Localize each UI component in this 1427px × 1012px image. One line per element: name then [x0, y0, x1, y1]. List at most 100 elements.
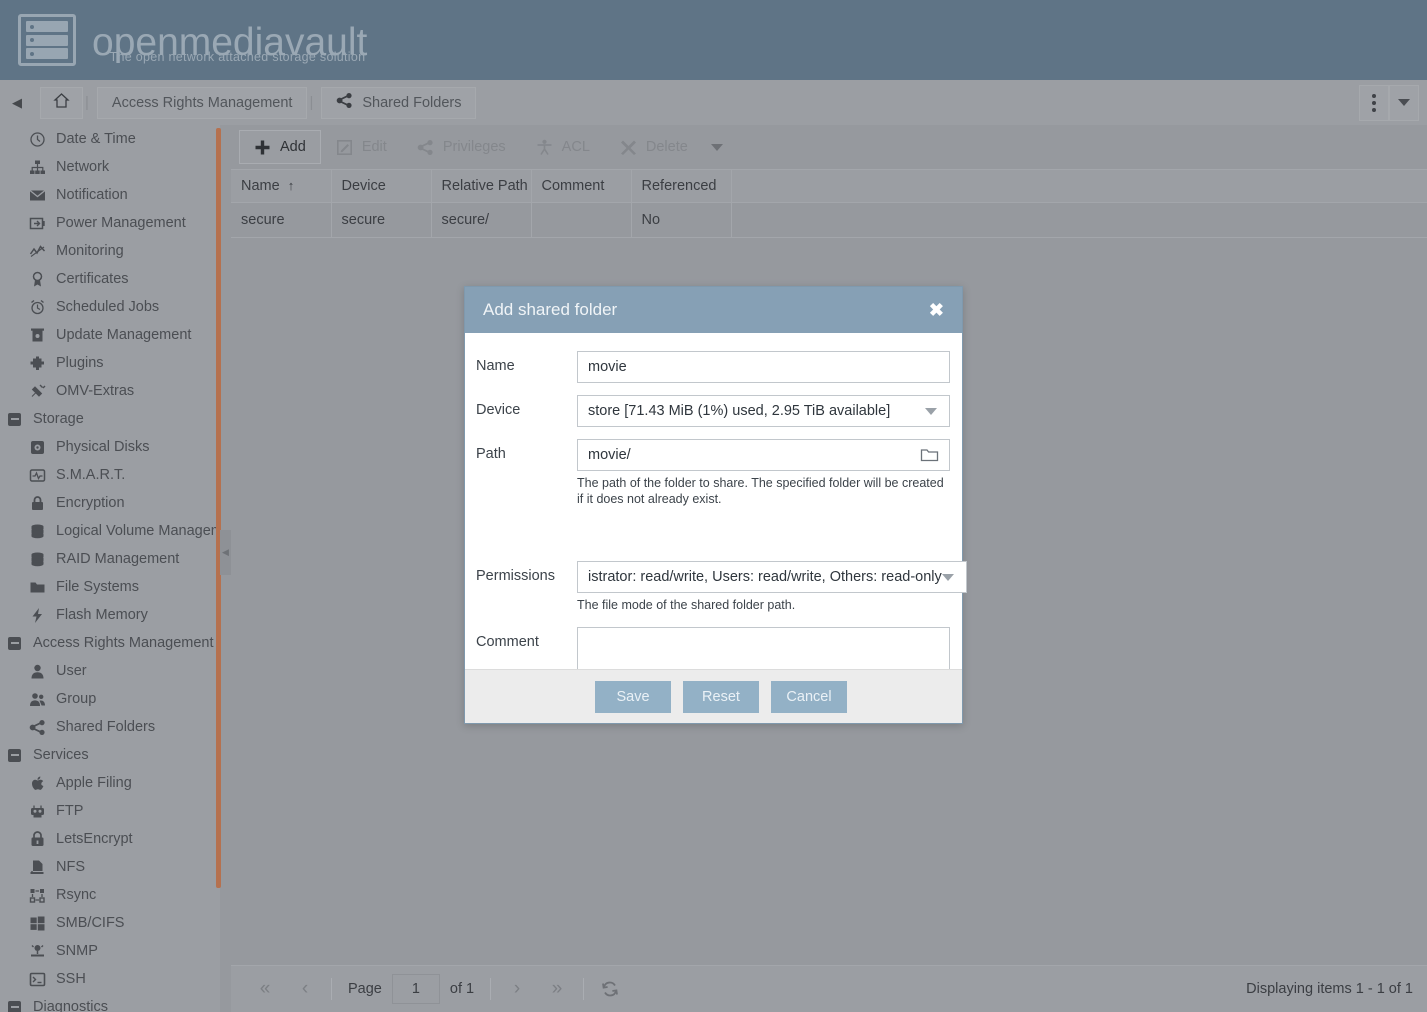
sidebar-item-letsencrypt[interactable]: LetsEncrypt: [0, 825, 220, 853]
first-page-button[interactable]: «: [245, 969, 285, 1009]
sidebar-item-nfs[interactable]: NFS: [0, 853, 220, 881]
sidebar-item-scheduled-jobs[interactable]: Scheduled Jobs: [0, 293, 220, 321]
permissions-hint: The file mode of the shared folder path.: [577, 598, 796, 612]
breadcrumb-item-access-rights-management[interactable]: Access Rights Management: [96, 86, 308, 119]
sidebar-item-update-management[interactable]: Update Management: [0, 321, 220, 349]
sidebar-item-power-management[interactable]: Power Management: [0, 209, 220, 237]
breadcrumb-home[interactable]: [40, 86, 83, 119]
page-number-input[interactable]: [391, 974, 440, 1004]
sidebar-item-shared-folders[interactable]: Shared Folders: [0, 713, 220, 741]
sidebar-item-omv-extras[interactable]: OMV-Extras: [0, 377, 220, 405]
privileges-button[interactable]: Privileges: [402, 130, 521, 164]
last-page-button[interactable]: »: [537, 969, 577, 1009]
field-device: Device store [71.43 MiB (1%) used, 2.95 …: [471, 395, 956, 427]
sidebar-item-label: SNMP: [56, 943, 98, 959]
breadcrumb-divider: |: [309, 94, 314, 111]
sidebar-item-logical-volume-managem[interactable]: Logical Volume Managem: [0, 517, 220, 545]
cancel-button[interactable]: Cancel: [771, 680, 847, 713]
cell-comment: [531, 202, 632, 238]
close-icon[interactable]: ✖: [929, 300, 944, 321]
ftp-icon: [28, 802, 46, 820]
sidebar-item-file-systems[interactable]: File Systems: [0, 573, 220, 601]
sidebar-item-label: Logical Volume Managem: [56, 523, 220, 539]
device-label: Device: [476, 402, 521, 418]
name-label: Name: [476, 358, 515, 374]
users-icon: [28, 690, 46, 708]
sidebar-item-network[interactable]: Network: [0, 153, 220, 181]
next-page-button[interactable]: ›: [497, 969, 537, 1009]
column-header-comment[interactable]: Comment: [531, 169, 632, 203]
sidebar-nav[interactable]: Date & Time Network Notification Power Mana…: [0, 125, 220, 1012]
sidebar-item-diagnostics[interactable]: Diagnostics: [0, 993, 220, 1012]
edit-button[interactable]: Edit: [321, 130, 402, 164]
column-header-label: Device: [341, 178, 386, 194]
sidebar-item-label: Flash Memory: [56, 607, 148, 623]
logo-mark-icon: [18, 14, 76, 66]
permissions-select[interactable]: istrator: read/write, Users: read/write,…: [577, 561, 967, 593]
sidebar-item-storage[interactable]: Storage: [0, 405, 220, 433]
save-button[interactable]: Save: [595, 680, 671, 713]
column-header-device[interactable]: Device: [331, 169, 432, 203]
sidebar-item-rsync[interactable]: Rsync: [0, 881, 220, 909]
sidebar-item-label: User: [56, 663, 87, 679]
database-icon: [28, 550, 46, 568]
device-value: store [71.43 MiB (1%) used, 2.95 TiB ava…: [588, 403, 891, 419]
sidebar-item-label: File Systems: [56, 579, 139, 595]
column-header-relative-path[interactable]: Relative Path: [431, 169, 532, 203]
disk-icon: [28, 438, 46, 456]
sidebar-item-flash-memory[interactable]: Flash Memory: [0, 601, 220, 629]
page-total-label: of 1: [449, 981, 475, 997]
device-select[interactable]: store [71.43 MiB (1%) used, 2.95 TiB ava…: [577, 395, 950, 427]
sidebar-item-label: Plugins: [56, 355, 104, 371]
sidebar-item-ssh[interactable]: SSH: [0, 965, 220, 993]
toolbar-button-label: Edit: [361, 139, 387, 155]
sidebar-item-access-rights-management[interactable]: Access Rights Management: [0, 629, 220, 657]
bolt-icon: [28, 606, 46, 624]
sidebar-item-raid-management[interactable]: RAID Management: [0, 545, 220, 573]
sidebar-item-notification[interactable]: Notification: [0, 181, 220, 209]
sidebar-item-apple-filing[interactable]: Apple Filing: [0, 769, 220, 797]
sidebar-item-ftp[interactable]: FTP: [0, 797, 220, 825]
refresh-icon[interactable]: [590, 969, 630, 1009]
sidebar-item-monitoring[interactable]: Monitoring: [0, 237, 220, 265]
sidebar-item-label: Storage: [33, 411, 84, 427]
sidebar-item-s-m-a-r-t[interactable]: S.M.A.R.T.: [0, 461, 220, 489]
column-header-name[interactable]: Name ↑: [231, 169, 332, 203]
prev-page-button[interactable]: ‹: [285, 969, 325, 1009]
name-input[interactable]: [577, 351, 950, 383]
folder-browse-icon[interactable]: [920, 447, 939, 463]
delete-button[interactable]: Delete: [605, 130, 703, 164]
sidebar-item-smb-cifs[interactable]: SMB/CIFS: [0, 909, 220, 937]
permissions-value: istrator: read/write, Users: read/write,…: [588, 569, 942, 585]
collapse-box-icon: [8, 412, 21, 426]
toolbar-button-label: ACL: [561, 139, 590, 155]
toolbar-overflow-caret-down-icon[interactable]: [703, 130, 731, 164]
cell-filler: [731, 202, 1427, 238]
sidebar-item-services[interactable]: Services: [0, 741, 220, 769]
path-input-wrap[interactable]: movie/: [577, 439, 950, 471]
sidebar-item-snmp[interactable]: SNMP: [0, 937, 220, 965]
sidebar-item-label: Group: [56, 691, 97, 707]
vertical-dots-icon[interactable]: [1359, 84, 1389, 121]
sidebar-scrollbar[interactable]: [216, 128, 221, 888]
pagination-status: Displaying items 1 - 1 of 1: [1246, 981, 1413, 997]
table-row[interactable]: secure secure secure/No: [231, 202, 1427, 238]
breadcrumb-label: Shared Folders: [362, 94, 462, 111]
breadcrumb-item-shared-folders[interactable]: Shared Folders: [321, 86, 477, 119]
acl-button[interactable]: ACL: [521, 130, 605, 164]
add-button[interactable]: Add: [239, 130, 321, 164]
sidebar-item-physical-disks[interactable]: Physical Disks: [0, 433, 220, 461]
reset-button[interactable]: Reset: [683, 680, 759, 713]
sidebar-item-certificates[interactable]: Certificates: [0, 265, 220, 293]
sidebar-item-user[interactable]: User: [0, 657, 220, 685]
sidebar-collapse-handle[interactable]: ◀: [220, 530, 231, 575]
grid-toolbar: Add Edit Privileges ACL Delete: [231, 125, 1427, 169]
envelope-icon: [28, 186, 46, 204]
caret-down-icon[interactable]: [1389, 84, 1419, 121]
column-header-referenced[interactable]: Referenced: [631, 169, 732, 203]
sidebar-item-plugins[interactable]: Plugins: [0, 349, 220, 377]
sidebar-item-group[interactable]: Group: [0, 685, 220, 713]
sidebar-item-encryption[interactable]: Encryption: [0, 489, 220, 517]
caret-left-icon[interactable]: ◀: [0, 80, 34, 125]
sidebar-item-date-time[interactable]: Date & Time: [0, 125, 220, 153]
